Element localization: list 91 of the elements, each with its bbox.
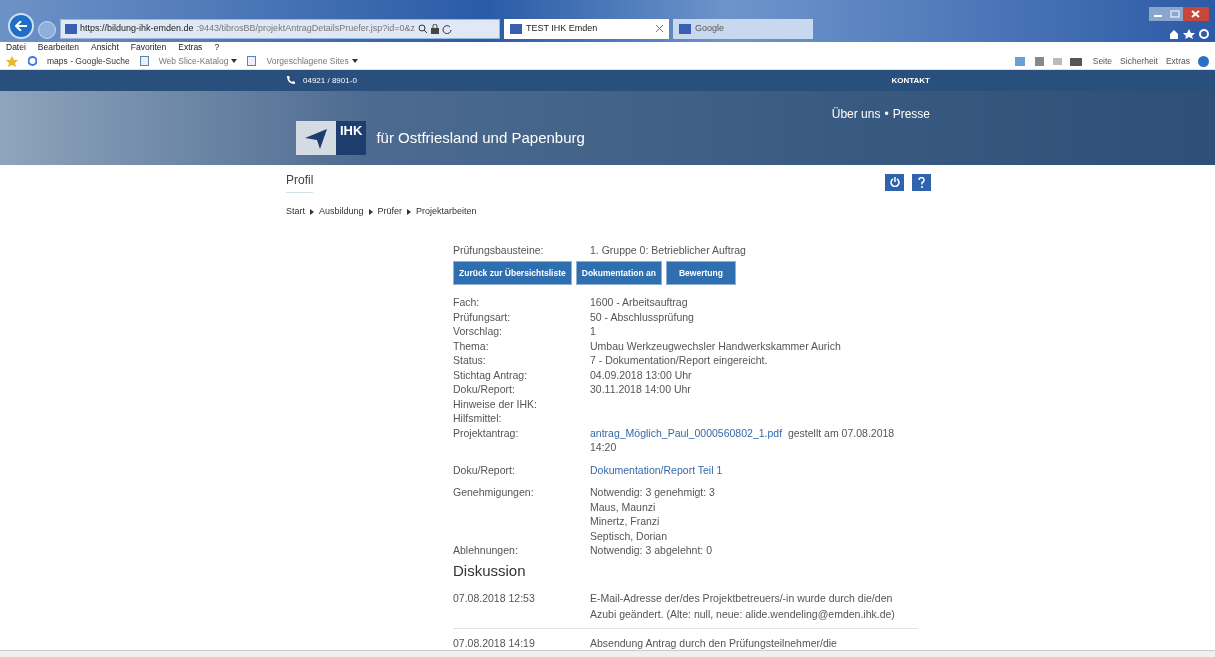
phone-number: 04921 / 8901-0 — [303, 74, 357, 87]
entry-text: Absendung Antrag durch den Prüfungsteilnehmer/die — [590, 636, 838, 651]
page-icon — [139, 56, 149, 67]
power-icon — [889, 177, 900, 187]
breadcrumb-link[interactable]: Ausbildung — [319, 205, 364, 219]
command-menu[interactable]: Extras — [1165, 55, 1190, 68]
entry-time: 07.08.2018 14:19 — [453, 636, 536, 651]
contact-link[interactable]: KONTAKT — [891, 74, 930, 87]
field-label: Fach: — [453, 295, 481, 310]
header-link[interactable]: Über uns — [831, 105, 881, 165]
field-label: Hilfsmittel: — [453, 411, 503, 426]
breadcrumb-link[interactable]: Prüfer — [377, 205, 403, 219]
star-icon[interactable] — [6, 55, 18, 67]
field-value: 1600 - Arbeitsauftrag — [590, 295, 689, 310]
menu-item[interactable]: Ansicht — [90, 41, 119, 54]
url-path: :9443/tibrosBB/projektAntragDetailsPruefer.jsp?id=0&z — [196, 21, 415, 35]
field-value: Notwendig: 3 abgelehnt: 0 — [590, 543, 713, 558]
arrow-icon — [305, 127, 327, 150]
field-value: 30.11.2018 14:00 Uhr — [590, 382, 692, 397]
toolbar-icons-drawing[interactable] — [1169, 28, 1209, 39]
menu-item[interactable]: Bearbeiten — [37, 41, 79, 54]
upload-info: antrag_Möglich_Paul_0000560802_1.pdf gestellt am 07.08.2018 14:20 — [590, 425, 896, 455]
lock-icon — [430, 23, 439, 34]
command-menu[interactable]: Seite — [1092, 55, 1113, 68]
field-value: Septisch, Dorian — [590, 528, 669, 543]
site-icon — [65, 23, 77, 34]
url-host: https://bildung-ihk-emden.de — [80, 21, 194, 35]
page-title: Profil — [286, 171, 314, 193]
field-label: Prüfungsbausteine: — [453, 242, 545, 257]
page-icon — [247, 56, 257, 67]
bullet-separator: • — [884, 106, 889, 124]
field-label: Vorschlag: — [453, 324, 504, 339]
breadcrumb-link[interactable]: Start — [286, 205, 305, 219]
close-icon[interactable] — [656, 25, 663, 33]
action-button[interactable]: Dokumentation an — [575, 261, 662, 285]
field-label: Status: — [453, 353, 487, 368]
field-value: Umbau Werkzeugwechsler Handwerkskammer Aurich — [590, 338, 842, 353]
browser-tab[interactable]: Google — [673, 18, 813, 39]
toolbar-icons-drawing[interactable] — [1014, 55, 1085, 67]
address-field[interactable]: https://bildung-ihk-emden.de :9443/tibrosBB/projektAntragDetailsPruefer.jsp?id=0&z — [60, 18, 500, 39]
menu-item[interactable]: Extras — [178, 41, 203, 54]
field-label: Doku/Report: — [453, 462, 516, 477]
refresh-icon[interactable] — [441, 23, 452, 34]
field-value: Minertz, Franzi — [590, 514, 661, 529]
action-button[interactable]: Bewertung — [665, 261, 736, 285]
file-link[interactable]: Dokumentation/Report Teil 1 — [590, 463, 723, 476]
browser-tab[interactable]: TEST IHK Emden — [504, 18, 669, 39]
caret-icon — [351, 59, 358, 64]
help-button[interactable] — [912, 173, 931, 191]
site-icon — [510, 23, 522, 34]
caret-icon — [310, 208, 314, 215]
header-link[interactable]: Presse — [892, 105, 930, 165]
field-label: Stichtag Antrag: — [453, 367, 529, 382]
entry-text: E-Mail-Adresse der/des Projektbetreuers/-in wurde durch die/den Azubi geändert. (Alte: null, neue: alide.wendeling@emden.ihk.de) — [590, 591, 896, 622]
back-button[interactable] — [8, 12, 34, 39]
search-icon[interactable] — [417, 23, 428, 34]
field-label: Thema: — [453, 338, 490, 353]
field-value: 50 - Abschlussprüfung — [590, 309, 695, 324]
menu-item[interactable]: Favoriten — [130, 41, 167, 54]
field-label: Projektantrag: — [453, 425, 520, 441]
arrow-icon — [15, 20, 27, 31]
field-value: 7 - Dokumentation/Report eingereicht. — [590, 353, 769, 368]
field-label: Doku/Report: — [453, 382, 516, 397]
menu-item[interactable]: ? — [214, 41, 220, 54]
action-button[interactable]: Zurück zur Übersichtsliste — [453, 261, 572, 285]
site-icon — [679, 23, 691, 34]
field-label: Prüfungsart: — [453, 309, 512, 324]
field-label: Hinweise der IHK: — [453, 396, 539, 411]
field-value: 04.09.2018 13:00 Uhr — [590, 367, 693, 382]
site-tagline: für Ostfriesland und Papenburg — [376, 127, 585, 148]
favorite-link[interactable]: Vorgeschlagene Sites — [266, 55, 358, 68]
menu-item[interactable]: Datei — [6, 41, 26, 54]
command-menu[interactable]: Sicherheit — [1120, 55, 1158, 68]
caret-icon — [407, 208, 412, 215]
window-controls-drawing[interactable] — [1149, 6, 1209, 21]
breadcrumb-link[interactable]: Projektarbeiten — [416, 205, 477, 219]
section-heading: Diskussion — [453, 563, 527, 578]
file-link[interactable]: antrag_Möglich_Paul_0000560802_1.pdf — [590, 426, 783, 439]
field-label: Ablehnungen: — [453, 543, 519, 558]
favorite-link[interactable]: maps - Google-Suche — [47, 55, 130, 68]
favorite-link[interactable]: Web Slice-Katalog — [158, 55, 238, 68]
entry-time: 07.08.2018 12:53 — [453, 591, 536, 606]
logout-button[interactable] — [885, 173, 904, 191]
phone-icon — [286, 76, 295, 86]
caret-icon — [368, 208, 373, 215]
caret-icon — [231, 59, 238, 64]
field-value: Notwendig: 3 genehmigt: 3 — [590, 485, 716, 500]
field-value: 1 — [590, 324, 597, 339]
field-value: Maus, Maunzi — [590, 499, 657, 514]
field-value: 1. Gruppe 0: Betrieblicher Auftrag — [590, 242, 747, 257]
field-label: Genehmigungen: — [453, 485, 535, 500]
